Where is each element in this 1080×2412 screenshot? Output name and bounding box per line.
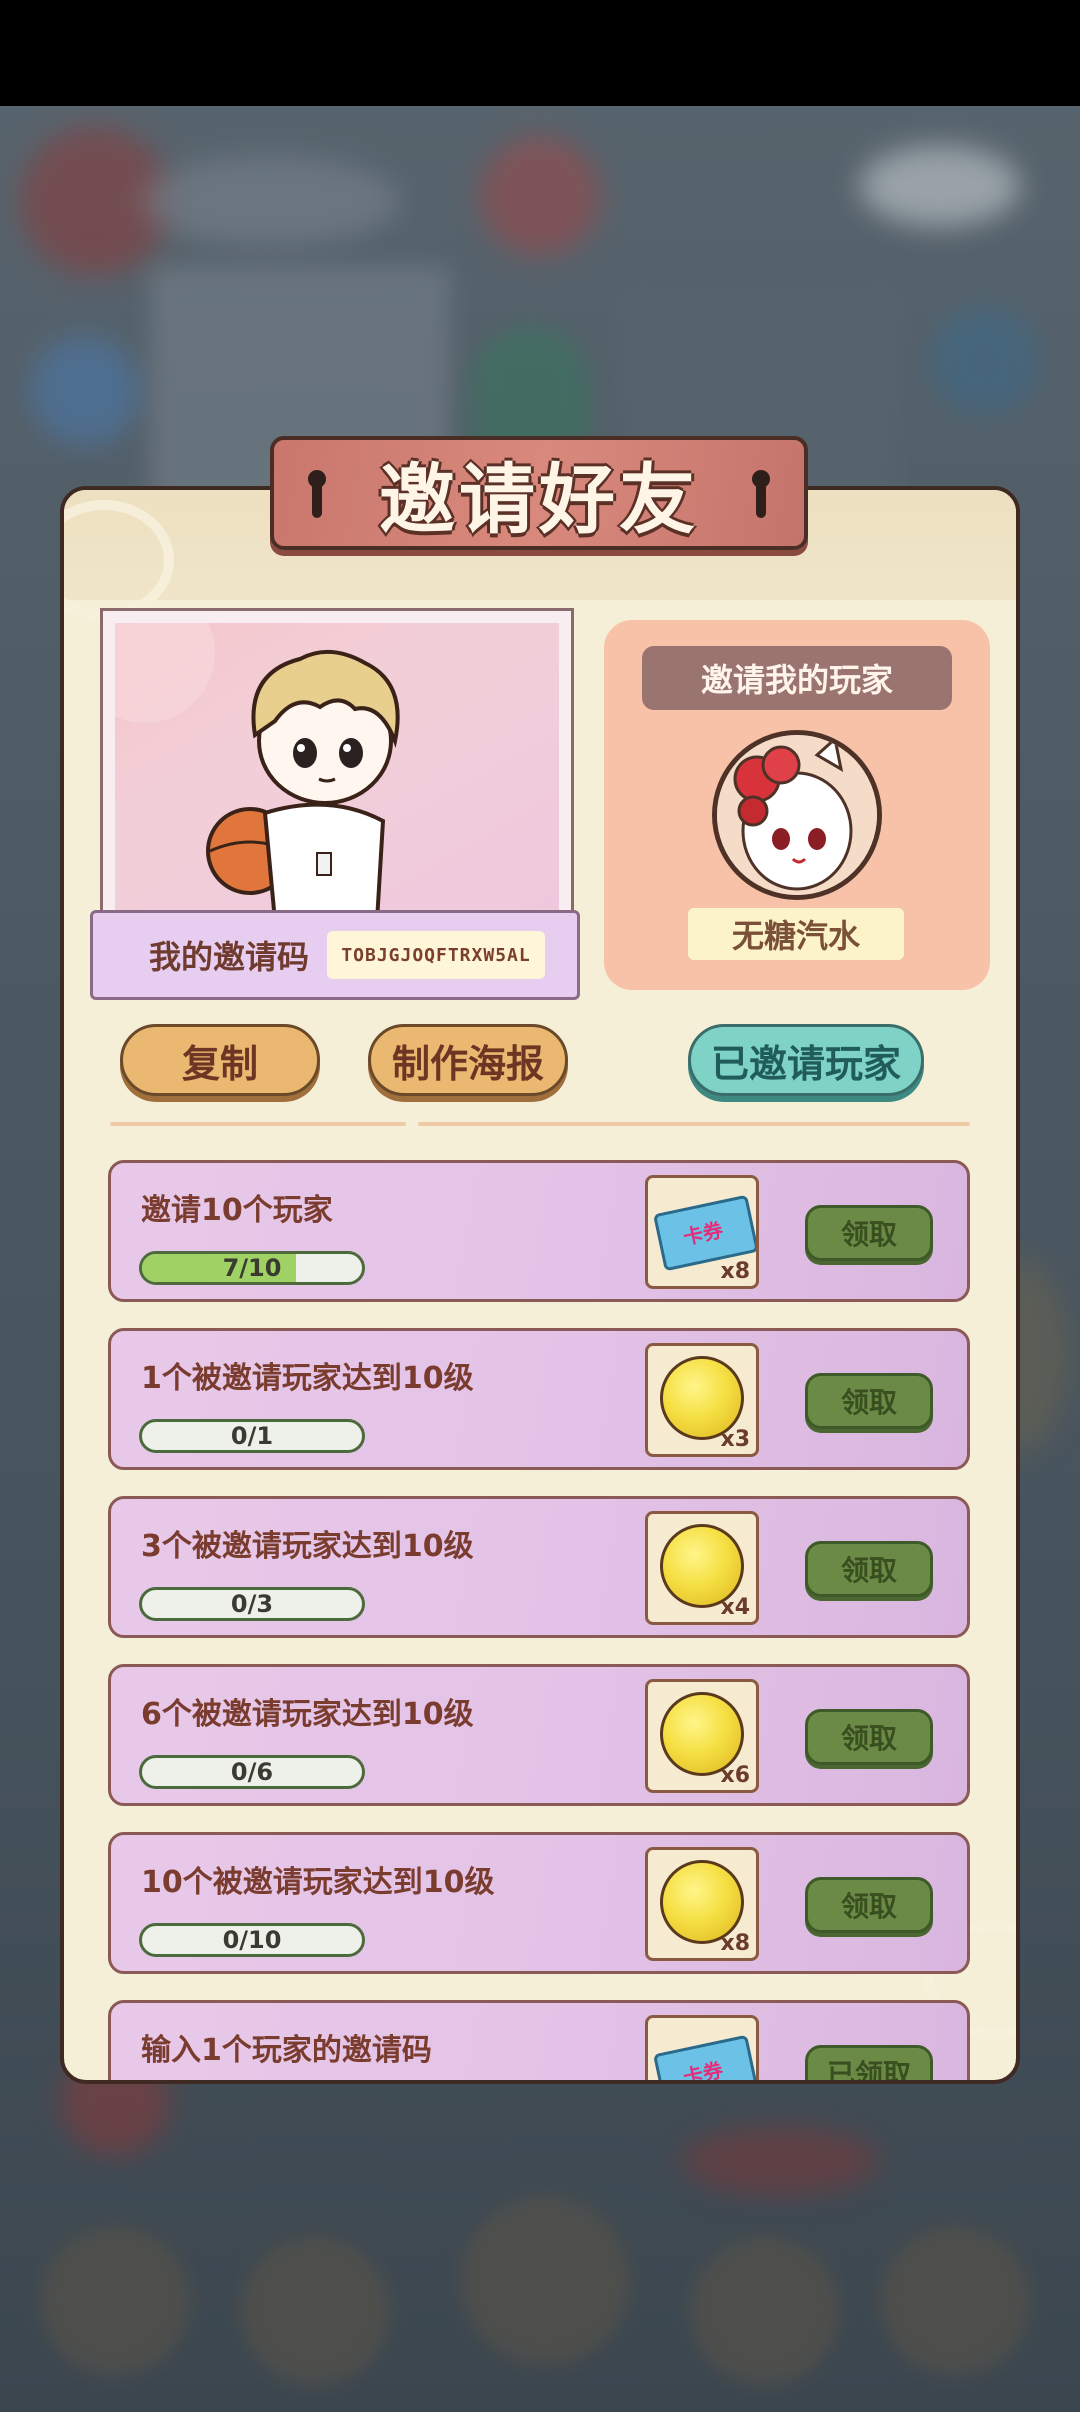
progress-bar: 0/6 bbox=[139, 1755, 365, 1789]
title-banner: 邀请好友 bbox=[270, 436, 808, 550]
task-row: 输入1个玩家的邀请码 卡券 已领取 bbox=[108, 2000, 970, 2080]
progress-bar: 0/1 bbox=[139, 1419, 365, 1453]
reward-quantity: x6 bbox=[720, 1763, 751, 1788]
divider bbox=[418, 1122, 970, 1126]
inviter-avatar-image bbox=[717, 735, 877, 895]
task-title: 3个被邀请玩家达到10级 bbox=[141, 1529, 474, 1564]
make-poster-button[interactable]: 制作海报 bbox=[368, 1024, 568, 1096]
progress-bar: 0/3 bbox=[139, 1587, 365, 1621]
progress-bar: 7/10 bbox=[139, 1251, 365, 1285]
reward-item[interactable]: x6 bbox=[645, 1679, 759, 1793]
invite-code-label: 我的邀请码 bbox=[149, 938, 310, 976]
inviter-name: 无糖汽水 bbox=[688, 908, 904, 960]
claim-button[interactable]: 领取 bbox=[805, 1541, 933, 1597]
reward-quantity: x4 bbox=[720, 1595, 751, 1620]
task-row: 1个被邀请玩家达到10级 0/1 x3 领取 bbox=[108, 1328, 970, 1470]
ticket-icon: 卡券 bbox=[653, 2034, 756, 2080]
task-row: 邀请10个玩家 7/10 卡券 x8 领取 bbox=[108, 1160, 970, 1302]
task-list-clip: 输入1个玩家的邀请码 卡券 已领取 bbox=[64, 1996, 1016, 2080]
claim-button[interactable]: 领取 bbox=[805, 1709, 933, 1765]
progress-text: 0/6 bbox=[230, 1758, 274, 1786]
inviter-card: 邀请我的玩家 无糖汽水 bbox=[604, 620, 990, 990]
claim-button[interactable]: 领取 bbox=[805, 1877, 933, 1933]
ticket-label: 卡券 bbox=[681, 2057, 726, 2080]
reward-item[interactable]: x8 bbox=[645, 1847, 759, 1961]
task-row: 10个被邀请玩家达到10级 0/10 x8 领取 bbox=[108, 1832, 970, 1974]
reward-quantity: x8 bbox=[720, 1931, 751, 1956]
task-title: 输入1个玩家的邀请码 bbox=[141, 2033, 432, 2068]
progress-text: 0/3 bbox=[230, 1590, 274, 1618]
claimed-button[interactable]: 已领取 bbox=[805, 2045, 933, 2080]
my-avatar-card bbox=[100, 608, 574, 918]
progress-bar: 0/10 bbox=[139, 1923, 365, 1957]
status-bar bbox=[0, 0, 1080, 106]
task-row: 3个被邀请玩家达到10级 0/3 x4 领取 bbox=[108, 1496, 970, 1638]
progress-text: 0/10 bbox=[222, 1926, 282, 1954]
task-title: 6个被邀请玩家达到10级 bbox=[141, 1697, 474, 1732]
claim-button[interactable]: 领取 bbox=[805, 1373, 933, 1429]
progress-text: 7/10 bbox=[222, 1254, 282, 1282]
divider bbox=[110, 1122, 406, 1126]
invite-code-value[interactable]: TOBJGJOQFTRXW5AL bbox=[327, 931, 546, 979]
task-title: 1个被邀请玩家达到10级 bbox=[141, 1361, 474, 1396]
reward-item[interactable]: 卡券 x8 bbox=[645, 1175, 759, 1289]
inviter-avatar[interactable] bbox=[712, 730, 882, 900]
avatar-background bbox=[115, 623, 559, 915]
reward-quantity: x3 bbox=[720, 1427, 751, 1452]
invite-code-bar: 我的邀请码 TOBJGJOQFTRXW5AL bbox=[90, 910, 580, 1000]
task-title: 10个被邀请玩家达到10级 bbox=[141, 1865, 495, 1900]
panel-title: 邀请好友 bbox=[379, 455, 699, 544]
reward-item[interactable]: 卡券 bbox=[645, 2015, 759, 2080]
invited-players-button[interactable]: 已邀请玩家 bbox=[688, 1024, 924, 1096]
reward-item[interactable]: x3 bbox=[645, 1343, 759, 1457]
task-row: 6个被邀请玩家达到10级 0/6 x6 领取 bbox=[108, 1664, 970, 1806]
reward-item[interactable]: x4 bbox=[645, 1511, 759, 1625]
claim-button[interactable]: 领取 bbox=[805, 1205, 933, 1261]
pin-icon bbox=[752, 470, 770, 518]
task-title: 邀请10个玩家 bbox=[141, 1193, 333, 1228]
reward-quantity: x8 bbox=[720, 1259, 751, 1284]
pin-icon bbox=[308, 470, 326, 518]
character-illustration bbox=[115, 623, 400, 915]
progress-text: 0/1 bbox=[230, 1422, 274, 1450]
copy-button[interactable]: 复制 bbox=[120, 1024, 320, 1096]
inviter-title: 邀请我的玩家 bbox=[642, 646, 952, 710]
ticket-label: 卡券 bbox=[681, 1217, 726, 1250]
